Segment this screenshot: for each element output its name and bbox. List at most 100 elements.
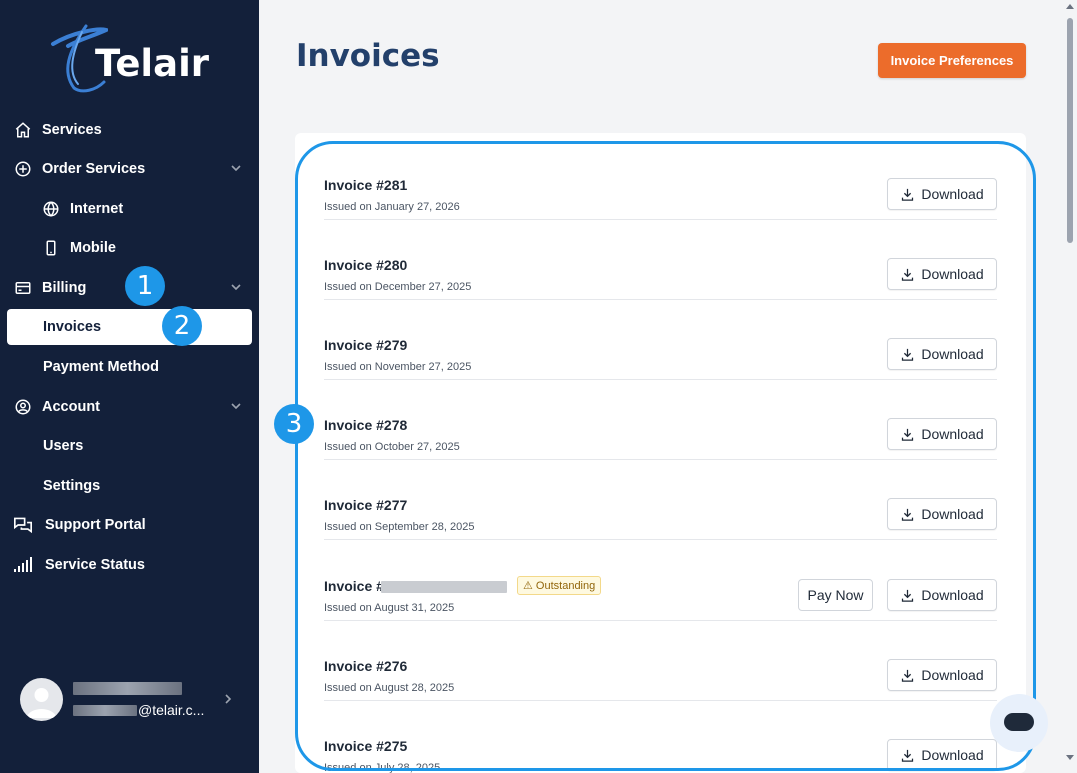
- invoice-date: Issued on November 27, 2025: [324, 361, 472, 373]
- sidebar-item-label: Invoices: [43, 319, 102, 335]
- brand-logo[interactable]: Telair: [48, 22, 218, 94]
- sidebar-item-label: Order Services: [42, 161, 146, 177]
- chevron-down-icon[interactable]: [229, 399, 243, 413]
- user-circle-icon: [13, 397, 33, 417]
- sidebar-item-payment-method[interactable]: Payment Method: [0, 349, 259, 385]
- credit-card-icon: [13, 278, 33, 298]
- sidebar-item-label: Support Portal: [45, 517, 146, 533]
- download-button[interactable]: Download: [887, 338, 997, 370]
- plus-circle-icon: [13, 159, 33, 179]
- download-icon: [902, 669, 914, 682]
- download-label: Download: [921, 506, 984, 522]
- sidebar: Telair Services Order Services Internet: [0, 0, 259, 773]
- download-label: Download: [921, 667, 984, 683]
- download-icon: [902, 749, 914, 762]
- download-icon: [902, 188, 914, 201]
- table-row: Invoice #276 Issued on August 28, 2025 D…: [324, 621, 997, 701]
- download-button[interactable]: Download: [887, 418, 997, 450]
- invoice-list: Invoice #281 Issued on January 27, 2026 …: [295, 133, 1026, 773]
- download-icon: [902, 348, 914, 361]
- download-button[interactable]: Download: [887, 579, 997, 611]
- table-row: Invoice #277 Issued on September 28, 202…: [324, 460, 997, 540]
- sidebar-item-label: Mobile: [70, 240, 116, 256]
- chat-icon: [1004, 713, 1034, 731]
- download-icon: [902, 508, 914, 521]
- download-label: Download: [921, 266, 984, 282]
- annotation-badge-2: 2: [162, 306, 202, 346]
- invoice-date: Issued on July 28, 2025: [324, 762, 441, 773]
- download-button[interactable]: Download: [887, 659, 997, 691]
- redacted-user-email-prefix: [73, 705, 137, 716]
- redacted-user-name: [73, 682, 182, 695]
- invoice-title: Invoice #279: [324, 337, 408, 353]
- table-row: Invoice #280 Issued on December 27, 2025…: [324, 220, 997, 300]
- download-icon: [902, 428, 914, 441]
- invoice-preferences-button[interactable]: Invoice Preferences: [878, 43, 1026, 78]
- download-label: Download: [921, 346, 984, 362]
- user-profile[interactable]: @telair.c...: [0, 670, 259, 730]
- chevron-down-icon[interactable]: [229, 280, 243, 294]
- download-label: Download: [921, 587, 984, 603]
- app-window: Telair Services Order Services Internet: [0, 0, 1077, 773]
- table-row: Invoice #278 Issued on October 27, 2025 …: [324, 380, 997, 460]
- download-button[interactable]: Download: [887, 498, 997, 530]
- sidebar-item-label: Billing: [42, 280, 87, 296]
- sidebar-item-settings[interactable]: Settings: [0, 468, 259, 504]
- invoice-date: Issued on October 27, 2025: [324, 441, 460, 453]
- sidebar-item-label: Payment Method: [43, 359, 160, 375]
- download-icon: [902, 268, 914, 281]
- table-row: Invoice #275 Issued on July 28, 2025 Dow…: [324, 701, 997, 773]
- sidebar-item-label: Internet: [70, 201, 124, 217]
- pay-now-button[interactable]: Pay Now: [798, 579, 873, 611]
- invoice-date: Issued on January 27, 2026: [324, 201, 460, 213]
- phone-icon: [41, 238, 61, 258]
- scroll-up-arrow-icon[interactable]: [1066, 4, 1074, 9]
- scroll-down-arrow-icon[interactable]: [1066, 755, 1074, 760]
- sidebar-item-order-services[interactable]: Order Services: [0, 151, 259, 187]
- invoice-date: Issued on September 28, 2025: [324, 521, 475, 533]
- invoice-title: Invoice #278: [324, 417, 408, 433]
- globe-icon: [41, 199, 61, 219]
- user-email: @telair.c...: [138, 702, 205, 718]
- download-icon: [902, 589, 914, 602]
- chat-bubbles-icon: [13, 515, 33, 535]
- invoice-title: Invoice #281: [324, 177, 408, 193]
- sidebar-item-label: Service Status: [45, 557, 145, 573]
- sidebar-item-account[interactable]: Account: [0, 389, 259, 425]
- table-row: Invoice #279 Issued on November 27, 2025…: [324, 300, 997, 380]
- sidebar-item-mobile[interactable]: Mobile: [0, 230, 259, 266]
- download-label: Download: [921, 747, 984, 763]
- download-label: Download: [921, 186, 984, 202]
- table-row: Invoice #281 Issued on January 27, 2026 …: [324, 140, 997, 220]
- avatar-placeholder-icon: [26, 688, 57, 718]
- annotation-badge-3: 3: [274, 404, 314, 444]
- invoice-title: Invoice #277: [324, 497, 408, 513]
- sidebar-item-users[interactable]: Users: [0, 428, 259, 464]
- download-button[interactable]: Download: [887, 178, 997, 210]
- sidebar-item-internet[interactable]: Internet: [0, 191, 259, 227]
- sidebar-item-label: Services: [42, 122, 102, 138]
- sidebar-item-services[interactable]: Services: [0, 112, 259, 148]
- page-title: Invoices: [296, 38, 440, 74]
- sidebar-item-label: Users: [43, 438, 84, 454]
- download-button[interactable]: Download: [887, 739, 997, 771]
- invoice-title: Invoice #276: [324, 658, 408, 674]
- chevron-down-icon[interactable]: [229, 161, 243, 175]
- redacted-invoice-number: [381, 581, 507, 593]
- chevron-right-icon[interactable]: [222, 692, 234, 706]
- sidebar-item-support-portal[interactable]: Support Portal: [0, 507, 259, 543]
- signal-bars-icon: [13, 555, 33, 575]
- download-button[interactable]: Download: [887, 258, 997, 290]
- status-badge: ⚠ Outstanding: [517, 576, 602, 595]
- invoice-date: Issued on August 28, 2025: [324, 682, 455, 694]
- invoice-title: Invoice #: [324, 578, 384, 594]
- invoice-title: Invoice #275: [324, 738, 408, 754]
- sidebar-item-service-status[interactable]: Service Status: [0, 547, 259, 583]
- scroll-thumb[interactable]: [1067, 18, 1073, 243]
- chat-widget-button[interactable]: [990, 694, 1048, 752]
- sidebar-item-invoices[interactable]: Invoices: [7, 309, 252, 345]
- invoice-date: Issued on December 27, 2025: [324, 281, 472, 293]
- scrollbar[interactable]: [1063, 0, 1077, 773]
- sidebar-item-label: Account: [42, 399, 100, 415]
- annotation-badge-1: 1: [125, 266, 165, 306]
